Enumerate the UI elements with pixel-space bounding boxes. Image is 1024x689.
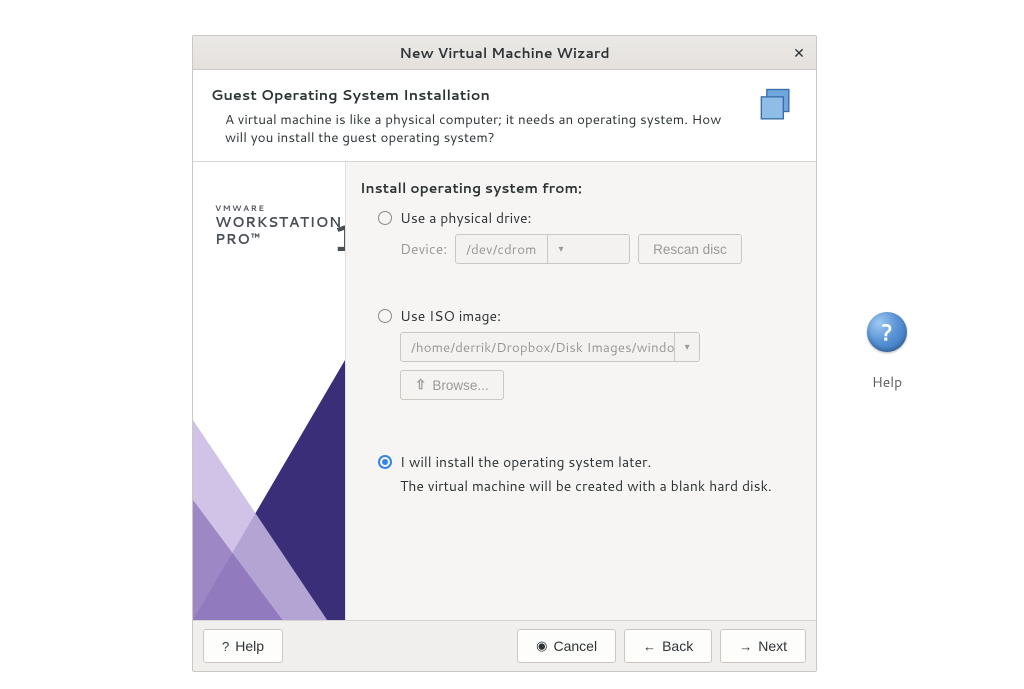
radio-icon: [378, 211, 392, 225]
wizard-header-text: Guest Operating System Installation A vi…: [211, 84, 742, 147]
radio-icon: [378, 309, 392, 323]
cancel-button[interactable]: ◉ Cancel: [517, 629, 616, 663]
radio-label: Use a physical drive:: [400, 208, 531, 228]
arrow-left-icon: ←: [643, 639, 656, 654]
cancel-icon: ◉: [536, 638, 547, 654]
brand-line3: PRO™: [215, 231, 342, 248]
radio-iso[interactable]: Use ISO image:: [378, 306, 804, 326]
next-label: Next: [758, 638, 787, 654]
sidebar-branding: VMWARE WORKSTATION PRO™ 16: [193, 162, 346, 620]
radio-label: Use ISO image:: [400, 306, 501, 326]
desktop-help-label: Help: [857, 372, 917, 392]
titlebar: New Virtual Machine Wizard ✕: [193, 36, 816, 70]
cancel-label: Cancel: [553, 638, 597, 654]
wizard-header: Guest Operating System Installation A vi…: [193, 70, 816, 162]
help-orb-icon: ?: [867, 312, 907, 352]
help-button[interactable]: ? Help: [203, 629, 283, 663]
wizard-dialog: New Virtual Machine Wizard ✕ Guest Opera…: [192, 35, 817, 672]
brand-wedges-icon: [193, 360, 345, 620]
arrow-right-icon: →: [739, 639, 752, 654]
close-button[interactable]: ✕: [788, 42, 810, 64]
install-from-heading: Install operating system from:: [360, 178, 804, 198]
option-later-desc: The virtual machine will be created with…: [400, 476, 804, 496]
browse-label: Browse...: [432, 378, 488, 393]
help-icon: ?: [222, 639, 229, 654]
wizard-body: VMWARE WORKSTATION PRO™ 16 Install opera…: [193, 162, 816, 620]
radio-label: I will install the operating system late…: [400, 452, 651, 472]
device-value: /dev/cdrom: [456, 235, 546, 263]
wizard-description: A virtual machine is like a physical com…: [211, 111, 742, 147]
desktop-help-widget[interactable]: ? Help: [857, 312, 917, 392]
back-label: Back: [662, 638, 693, 654]
help-label: Help: [235, 638, 264, 654]
iso-path-value: /home/derrik/Dropbox/Disk Images/windows…: [401, 333, 674, 361]
back-button[interactable]: ← Back: [624, 629, 712, 663]
upload-icon: ⇧: [415, 377, 426, 393]
device-combo[interactable]: /dev/cdrom ▾: [455, 234, 630, 264]
close-icon: ✕: [793, 43, 805, 63]
install-media-icon: [754, 84, 798, 134]
option-iso: Use ISO image: /home/derrik/Dropbox/Disk…: [378, 306, 804, 400]
device-label: Device:: [400, 239, 447, 259]
chevron-down-icon: ▾: [674, 333, 699, 361]
browse-button[interactable]: ⇧ Browse...: [400, 370, 504, 400]
option-later: I will install the operating system late…: [378, 452, 804, 496]
iso-path-combo[interactable]: /home/derrik/Dropbox/Disk Images/windows…: [400, 332, 700, 362]
rescan-label: Rescan disc: [653, 242, 727, 257]
option-physical: Use a physical drive: Device: /dev/cdrom…: [378, 208, 804, 264]
radio-icon: [378, 455, 392, 469]
wizard-content: Install operating system from: Use a phy…: [346, 162, 816, 620]
brand-version: 16: [332, 212, 346, 263]
rescan-button[interactable]: Rescan disc: [638, 234, 742, 264]
chevron-down-icon: ▾: [547, 235, 575, 263]
radio-later[interactable]: I will install the operating system late…: [378, 452, 804, 472]
next-button[interactable]: → Next: [720, 629, 806, 663]
wizard-footer: ? Help ◉ Cancel ← Back → Next: [193, 620, 816, 671]
brand-block: VMWARE WORKSTATION PRO™ 16: [215, 194, 342, 247]
radio-physical[interactable]: Use a physical drive:: [378, 208, 804, 228]
wizard-heading: Guest Operating System Installation: [211, 84, 742, 105]
window-title: New Virtual Machine Wizard: [399, 43, 609, 63]
